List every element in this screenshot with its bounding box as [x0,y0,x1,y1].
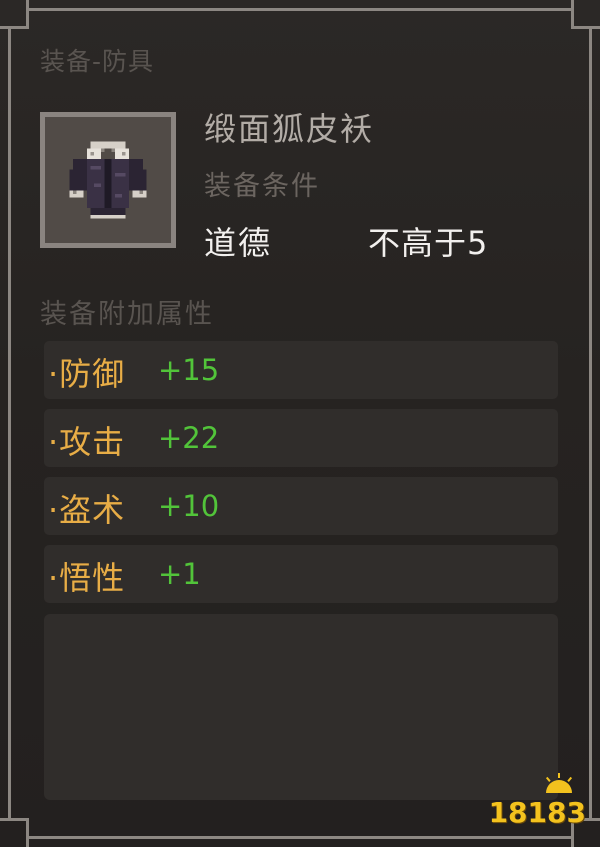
attribute-value: +15 [158,353,220,387]
attribute-name: ·防御 [48,355,126,393]
frame-corner-top-right [571,0,600,29]
attribute-name: ·盗术 [48,491,126,529]
watermark-sun-icon [545,773,573,793]
attribute-row-stealth: ·盗术 +10 [44,477,558,535]
attribute-value: +1 [158,557,201,591]
frame-right [589,28,592,818]
frame-top [28,8,572,11]
requirement-value: 不高于5 [368,224,489,262]
attribute-value: +10 [158,489,220,523]
frame-left [8,28,11,818]
site-watermark: 18183 [488,796,586,829]
requirement-title: 装备条件 [204,171,320,202]
attribute-name: ·攻击 [48,423,126,461]
attribute-empty-area [44,614,558,800]
attribute-row-insight: ·悟性 +1 [44,545,558,603]
attribute-row-attack: ·攻击 +22 [44,409,558,467]
attribute-value: +22 [158,421,220,455]
item-category: 装备-防具 [40,47,155,76]
attribute-name: ·悟性 [48,559,126,597]
item-icon-slot[interactable] [40,112,176,248]
equipment-tooltip-panel: 装备-防具 缎面狐皮袄 装备条件 道德 不高于5 装备附加属性 ·防御 +15 … [0,0,600,847]
frame-bottom [28,836,572,839]
attributes-title: 装备附加属性 [40,299,214,330]
requirement-stat: 道德 [204,224,273,262]
frame-corner-top-left [0,0,29,29]
attribute-row-defense: ·防御 +15 [44,341,558,399]
fur-coat-icon [69,141,147,219]
frame-corner-bottom-left [0,818,29,847]
item-name: 缎面狐皮袄 [204,110,375,148]
